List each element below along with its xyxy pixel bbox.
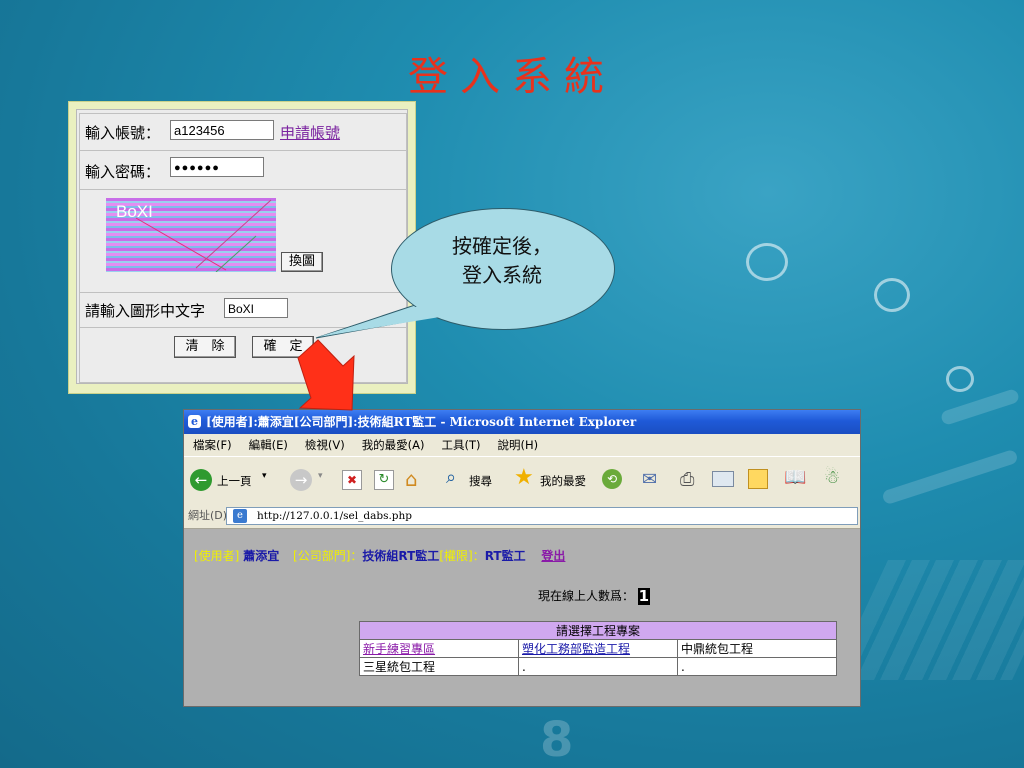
table-header-row: 請選擇工程專案 <box>359 621 837 640</box>
login-form: 輸入帳號： a123456 申請帳號 輸入密碼： ●●●●●● BoXI 換圖 … <box>76 109 408 384</box>
project-table: 請選擇工程專案 新手練習專區 塑化工務部監造工程 中鼎統包工程 三星統包工程 .… <box>359 621 837 676</box>
page-content: [使用者] 蕭添宜 [公司部門]：技術組RT監工[權限]：RT監工 登出 現在線… <box>184 529 860 706</box>
favorites-star-icon: ★ <box>514 465 534 490</box>
account-row: 輸入帳號： a123456 申請帳號 <box>79 113 407 151</box>
slide-title: 登入系統 <box>408 54 616 100</box>
search-button[interactable]: 搜尋 <box>469 473 492 489</box>
project-link[interactable]: 新手練習專區 <box>359 639 519 658</box>
project-link[interactable]: 塑化工務部監造工程 <box>518 639 678 658</box>
online-count: 1 <box>637 587 650 605</box>
menu-edit[interactable]: 編輯(E) <box>249 438 288 452</box>
table-row: 三星統包工程 . . <box>359 657 837 676</box>
print-icon[interactable]: ⎙ <box>680 469 694 490</box>
refresh-icon[interactable]: ↻ <box>374 470 394 490</box>
decorative-ring <box>874 278 910 312</box>
clear-button[interactable]: 清 除 <box>174 336 236 358</box>
online-label: 現在線上人數爲： <box>538 589 635 603</box>
password-label: 輸入密碼： <box>85 163 161 181</box>
menu-tools[interactable]: 工具(T) <box>442 438 481 452</box>
login-panel: 輸入帳號： a123456 申請帳號 輸入密碼： ●●●●●● BoXI 換圖 … <box>68 101 416 394</box>
menu-file[interactable]: 檔案(F) <box>193 438 232 452</box>
edit-icon[interactable] <box>712 471 734 487</box>
messenger-icon[interactable]: ☃ <box>824 467 840 488</box>
browser-window: e [使用者]:蕭添宜[公司部門]:技術組RT監工 - Microsoft In… <box>183 409 861 707</box>
window-title: [使用者]:蕭添宜[公司部門]:技術組RT監工 - Microsoft Inte… <box>206 415 637 429</box>
online-users: 現在線上人數爲： 1 <box>538 587 650 605</box>
user-name: 蕭添宜 <box>243 549 280 563</box>
role-name: RT監工 <box>484 549 526 563</box>
decorative-stripe <box>939 387 1021 427</box>
address-bar: 網址(D) e http://127.0.0.1/sel_dabs.php <box>184 504 860 529</box>
address-input[interactable]: e http://127.0.0.1/sel_dabs.php <box>226 507 858 525</box>
account-input[interactable]: a123456 <box>170 120 274 140</box>
search-icon: ⌕ <box>446 467 457 488</box>
table-row: 新手練習專區 塑化工務部監造工程 中鼎統包工程 <box>359 639 837 658</box>
captcha-prompt-label: 請輸入圖形中文字 <box>85 302 206 320</box>
decorative-number: 8 <box>540 712 574 768</box>
address-url: http://127.0.0.1/sel_dabs.php <box>257 510 413 522</box>
mail-icon[interactable]: ✉ <box>642 469 657 490</box>
back-button[interactable]: ← 上一頁 ▾ <box>190 469 280 493</box>
forward-arrow-icon[interactable]: → <box>290 469 312 491</box>
decorative-ring <box>946 366 974 392</box>
empty-cell: . <box>518 657 678 676</box>
dept-name: 技術組RT監工 <box>362 549 440 563</box>
callout-line-2: 登入系統 <box>462 263 542 287</box>
empty-cell: . <box>677 657 837 676</box>
change-image-button[interactable]: 換圖 <box>281 252 323 272</box>
table-header: 請選擇工程專案 <box>359 621 837 640</box>
home-icon[interactable]: ⌂ <box>405 467 418 491</box>
menu-view[interactable]: 檢視(V) <box>305 438 345 452</box>
decorative-ring <box>746 243 788 281</box>
password-input[interactable]: ●●●●●● <box>170 157 264 177</box>
page-icon: e <box>233 509 247 523</box>
dept-label: [公司部門]： <box>293 549 363 563</box>
account-label: 輸入帳號： <box>85 124 161 142</box>
captcha-noise-lines <box>135 199 272 272</box>
user-label: [使用者] <box>194 549 240 563</box>
user-info-line: [使用者] 蕭添宜 [公司部門]：技術組RT監工[權限]：RT監工 登出 <box>194 547 565 564</box>
stop-icon[interactable]: ✖ <box>342 470 362 490</box>
back-dropdown-icon: ▾ <box>262 471 267 481</box>
menu-help[interactable]: 說明(H) <box>498 438 539 452</box>
back-arrow-icon: ← <box>190 469 212 491</box>
captcha-row: BoXI 換圖 <box>79 189 407 293</box>
toolbar: ← 上一頁 ▾ → ▾ ✖ ↻ ⌂ ⌕ 搜尋 ★ 我的最愛 ⟲ ✉ ⎙ 📖 ☃ <box>184 456 860 506</box>
menu-bar: 檔案(F) 編輯(E) 檢視(V) 我的最愛(A) 工具(T) 說明(H) <box>184 434 860 456</box>
address-label: 網址(D) <box>188 509 228 522</box>
password-row: 輸入密碼： ●●●●●● <box>79 150 407 190</box>
confirm-button[interactable]: 確 定 <box>252 336 314 358</box>
decorative-stripe <box>881 448 1019 506</box>
project-cell[interactable]: 三星統包工程 <box>359 657 519 676</box>
history-icon[interactable]: ⟲ <box>602 469 622 489</box>
ie-logo-icon: e <box>188 415 201 428</box>
captcha-input[interactable]: BoXI <box>224 298 288 318</box>
button-row: 清 除 確 定 <box>79 327 407 383</box>
callout-text: 按確定後， 登入系統 <box>418 232 586 290</box>
menu-favorites[interactable]: 我的最愛(A) <box>362 438 425 452</box>
callout-line-1: 按確定後， <box>452 234 552 258</box>
browser-title-bar: e [使用者]:蕭添宜[公司部門]:技術組RT監工 - Microsoft In… <box>184 410 860 434</box>
favorites-button[interactable]: 我的最愛 <box>540 473 586 489</box>
captcha-input-row: 請輸入圖形中文字 BoXI <box>79 292 407 328</box>
logout-link[interactable]: 登出 <box>541 549 565 563</box>
forward-dropdown-icon[interactable]: ▾ <box>318 471 323 481</box>
discuss-icon[interactable] <box>748 469 768 489</box>
apply-account-link[interactable]: 申請帳號 <box>280 122 340 143</box>
project-cell[interactable]: 中鼎統包工程 <box>677 639 837 658</box>
research-icon[interactable]: 📖 <box>784 467 806 488</box>
back-label: 上一頁 <box>217 474 252 488</box>
role-label: [權限]： <box>439 549 485 563</box>
captcha-image: BoXI <box>106 198 276 272</box>
